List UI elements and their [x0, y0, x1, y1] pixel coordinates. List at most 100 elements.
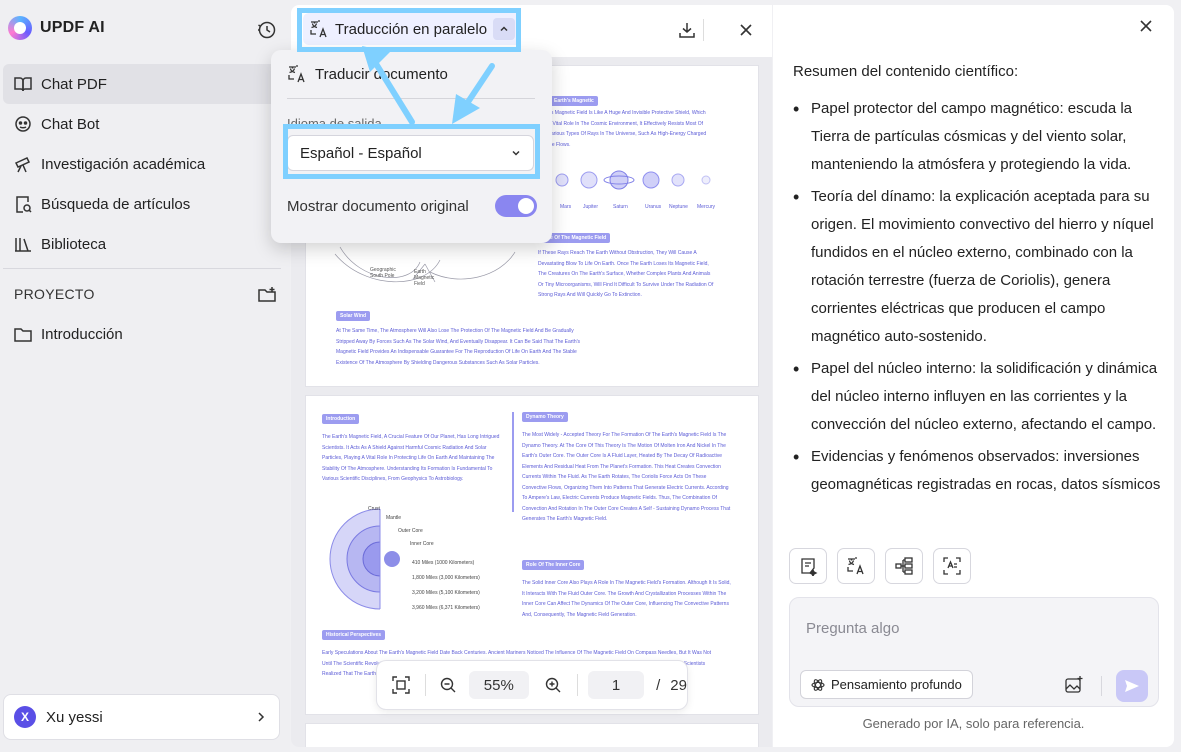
atom-icon: [811, 678, 825, 691]
send-button[interactable]: [1116, 670, 1148, 702]
ai-chat-panel: Resumen del contenido científico: Papel …: [773, 5, 1174, 747]
project-item-label: Introducción: [41, 325, 123, 343]
doc-paragraph: The Solid Inner Core Also Plays A Role I…: [522, 580, 731, 618]
sidebar-item-chat-bot[interactable]: Chat Bot: [3, 104, 279, 144]
doc-heading: Solar Wind: [336, 311, 371, 321]
app-name: UPDF AI: [40, 19, 105, 36]
doc-heading: Introduction: [322, 414, 360, 424]
sidebar-item-library[interactable]: Biblioteca: [3, 224, 279, 264]
project-section-title: PROYECTO: [14, 286, 95, 302]
summary-list: Papel protector del campo magnético: esc…: [791, 95, 1161, 525]
depth-label: 1,800 Miles (3,000 Kilometers): [412, 575, 480, 581]
highlight-box-language: [283, 124, 540, 179]
sidebar-item-label: Chat Bot: [41, 115, 100, 133]
avatar: X: [14, 706, 36, 728]
composer-divider: [1101, 676, 1102, 696]
brand: UPDF AI: [8, 16, 105, 40]
list-item: Papel protector del campo magnético: esc…: [791, 95, 1161, 179]
doc-search-icon: [16, 196, 32, 213]
zoom-toolbar: 55% 1 / 29: [376, 660, 688, 710]
page-total: 29: [670, 676, 687, 694]
translate-icon: [288, 65, 305, 83]
show-original-row: Mostrar documento original: [287, 195, 537, 217]
chat-input[interactable]: Pregunta algo: [806, 620, 899, 637]
history-icon[interactable]: [256, 19, 278, 41]
explain-icon[interactable]: [933, 548, 971, 584]
layer-label: Mantle: [386, 515, 402, 521]
new-folder-icon[interactable]: [257, 285, 277, 310]
close-icon[interactable]: [1139, 19, 1153, 38]
depth-label: 3,200 Miles (5,100 Kilometers): [412, 590, 480, 596]
planet-label: Mars: [560, 204, 572, 210]
page-number-input[interactable]: 1: [588, 671, 645, 699]
user-account-card[interactable]: X Xu yessi: [3, 694, 280, 740]
layer-label: Inner Core: [410, 541, 434, 547]
page-separator: /: [656, 676, 661, 694]
doc-heading: Earth's Magnetic: [550, 96, 598, 106]
bot-icon: [15, 116, 31, 132]
sidebar-item-academic-research[interactable]: Investigación académica: [3, 144, 279, 184]
image-upload-icon[interactable]: [1064, 675, 1084, 700]
sidebar-item-label: Investigación académica: [41, 155, 206, 173]
sidebar-item-chat-pdf[interactable]: Chat PDF: [3, 64, 279, 104]
figure-label: Geographic South Pole: [370, 267, 396, 279]
list-item: Evidencias y fenómenos observados: inver…: [791, 443, 1161, 499]
ai-disclaimer: Generado por IA, solo para referencia.: [862, 716, 1085, 731]
chat-composer: Pregunta algo Pensamiento profundo: [789, 597, 1159, 707]
deep-thinking-button[interactable]: Pensamiento profundo: [800, 670, 973, 699]
planet-label: Uranus: [645, 204, 662, 210]
doc-heading: Dynamo Theory: [522, 412, 568, 422]
pdf-page-3: [305, 723, 759, 747]
summarize-icon[interactable]: [789, 548, 827, 584]
telescope-icon: [14, 157, 31, 173]
list-item: Papel del núcleo interno: la solidificac…: [791, 355, 1161, 439]
sidebar-nav: Chat PDF Chat Bot Investigación académic…: [3, 64, 279, 264]
sidebar-item-label: Chat PDF: [41, 75, 107, 93]
library-icon: [15, 238, 31, 252]
quick-tools: [789, 548, 971, 584]
updf-logo-icon: [8, 16, 32, 40]
doc-paragraph: At The Same Time, The Atmosphere Will Al…: [336, 328, 581, 366]
column-rule: [512, 412, 514, 512]
planet-label: Mercury: [697, 204, 716, 210]
translate-icon[interactable]: [837, 548, 875, 584]
book-icon: [14, 77, 32, 92]
annotation-arrows: [362, 46, 495, 125]
zoom-out-icon[interactable]: [426, 677, 469, 693]
zoom-in-icon[interactable]: [529, 677, 577, 693]
close-icon[interactable]: [734, 18, 758, 42]
folder-icon: [14, 328, 32, 342]
doc-heading: Historical Perspectives: [322, 630, 386, 640]
show-original-label: Mostrar documento original: [287, 197, 469, 215]
project-item-introduccion[interactable]: Introducción: [3, 314, 279, 354]
summary-title: Resumen del contenido científico:: [793, 63, 1019, 80]
planet-label: Jupiter: [583, 204, 599, 210]
download-icon[interactable]: [675, 18, 699, 42]
fit-page-icon[interactable]: [377, 676, 425, 694]
sidebar-divider: [3, 268, 281, 269]
doc-paragraph: The Most Widely - Accepted Theory For Th…: [522, 432, 731, 522]
depth-label: 410 Miles (1000 Kilometers): [412, 560, 475, 566]
user-name: Xu yessi: [46, 708, 103, 726]
sidebar-item-label: Biblioteca: [41, 235, 107, 253]
show-original-toggle[interactable]: [495, 195, 537, 217]
sidebar: UPDF AI Chat PDF Chat Bot Investigación …: [0, 0, 290, 752]
depth-label: 3,960 Miles (6,371 Kilometers): [412, 605, 480, 611]
toolbar-divider: [703, 19, 704, 41]
layer-label: Outer Core: [398, 528, 423, 534]
zoom-level[interactable]: 55%: [468, 671, 529, 699]
list-item: Teoría del dínamo: la explicación acepta…: [791, 183, 1161, 351]
sidebar-item-article-search[interactable]: Búsqueda de artículos: [3, 184, 279, 224]
zoom-divider: [577, 674, 579, 696]
project-list: Introducción: [3, 314, 279, 354]
doc-heading: Role Of The Inner Core: [522, 560, 585, 570]
figure-label: Earth Magnetic Field: [414, 269, 435, 287]
sidebar-item-label: Búsqueda de artículos: [41, 195, 191, 213]
layer-label: Crust: [368, 506, 380, 512]
deep-thinking-label: Pensamiento profundo: [831, 677, 962, 692]
planet-label: Neptune: [669, 204, 688, 210]
mind-map-icon[interactable]: [885, 548, 923, 584]
planet-label: Saturn: [613, 204, 628, 210]
doc-paragraph: Earth's Magnetic Field Is Like A Huge An…: [538, 110, 707, 148]
chevron-right-icon: [258, 712, 265, 722]
